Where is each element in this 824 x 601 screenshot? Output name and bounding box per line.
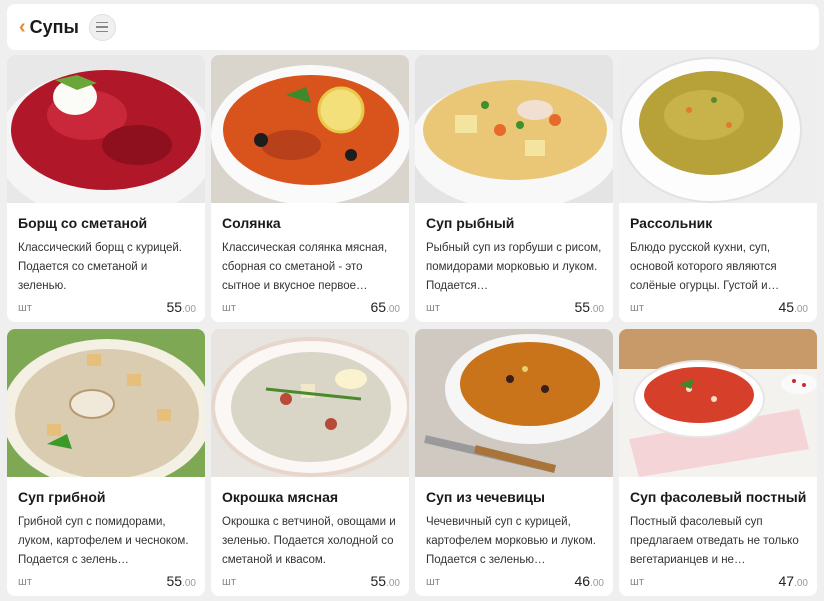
page-title: Супы — [29, 16, 79, 37]
hamburger-icon[interactable] — [88, 13, 116, 41]
product-unit: шт — [18, 576, 32, 588]
product-name: Суп рыбный — [426, 215, 515, 231]
product-description: Чечевичный суп с курицей, картофелем мор… — [426, 516, 596, 566]
product-name: Борщ со сметаной — [18, 215, 148, 231]
product-image-okroshka — [211, 329, 409, 477]
product-description: Классическая солянка мясная, сборная со … — [222, 242, 388, 292]
product-card[interactable]: Борщ со сметаной Классический борщ с кур… — [7, 55, 205, 322]
product-name: Суп грибной — [18, 489, 106, 505]
product-unit: шт — [426, 302, 440, 314]
product-unit: шт — [630, 302, 644, 314]
product-price: 45.00 — [778, 299, 808, 315]
product-description: Блюдо русской кухни, суп, основой которо… — [630, 242, 780, 292]
product-name: Окрошка мясная — [222, 489, 339, 505]
product-description: Рыбный суп из горбуши с рисом, помидорам… — [426, 242, 602, 292]
top-bar: ‹ Супы — [7, 4, 819, 50]
product-card[interactable]: Суп фасолевый постный Постный фасолевый … — [619, 329, 817, 596]
product-image-lentil-soup — [415, 329, 613, 477]
product-unit: шт — [222, 576, 236, 588]
product-image-solyanka — [211, 55, 409, 203]
product-card[interactable]: Суп грибной Грибной суп с помидорами, лу… — [7, 329, 205, 596]
product-description: Постный фасолевый суп предлагаем отведат… — [630, 516, 799, 566]
product-card[interactable]: Солянка Классическая солянка мясная, сбо… — [211, 55, 409, 322]
product-card[interactable]: Рассольник Блюдо русской кухни, суп, осн… — [619, 55, 817, 322]
product-name: Суп фасолевый постный — [630, 489, 807, 505]
product-name: Солянка — [222, 215, 281, 231]
product-name: Суп из чечевицы — [426, 489, 545, 505]
product-card[interactable]: Суп рыбный Рыбный суп из горбуши с рисом… — [415, 55, 613, 322]
product-card[interactable]: Суп из чечевицы Чечевичный суп с курицей… — [415, 329, 613, 596]
product-description: Окрошка с ветчиной, овощами и зеленью. П… — [222, 516, 396, 566]
product-image-bean-soup — [619, 329, 817, 477]
product-price: 55.00 — [574, 299, 604, 315]
product-price: 47.00 — [778, 573, 808, 589]
product-unit: шт — [426, 576, 440, 588]
product-price: 55.00 — [166, 299, 196, 315]
product-unit: шт — [630, 576, 644, 588]
product-card[interactable]: Окрошка мясная Окрошка с ветчиной, овоща… — [211, 329, 409, 596]
product-image-fish-soup — [415, 55, 613, 203]
product-image-mushroom-soup — [7, 329, 205, 477]
product-price: 65.00 — [370, 299, 400, 315]
product-name: Рассольник — [630, 215, 713, 231]
product-unit: шт — [222, 302, 236, 314]
product-price: 55.00 — [370, 573, 400, 589]
product-description: Классический борщ с курицей. Подается со… — [18, 242, 182, 292]
product-grid: Борщ со сметаной Классический борщ с кур… — [7, 55, 819, 596]
product-image-borscht — [7, 55, 205, 203]
product-price: 46.00 — [574, 573, 604, 589]
product-image-rassolnik — [619, 55, 817, 203]
chevron-left-icon[interactable]: ‹ — [19, 17, 26, 37]
product-price: 55.00 — [166, 573, 196, 589]
product-unit: шт — [18, 302, 32, 314]
product-description: Грибной суп с помидорами, луком, картофе… — [18, 516, 189, 566]
